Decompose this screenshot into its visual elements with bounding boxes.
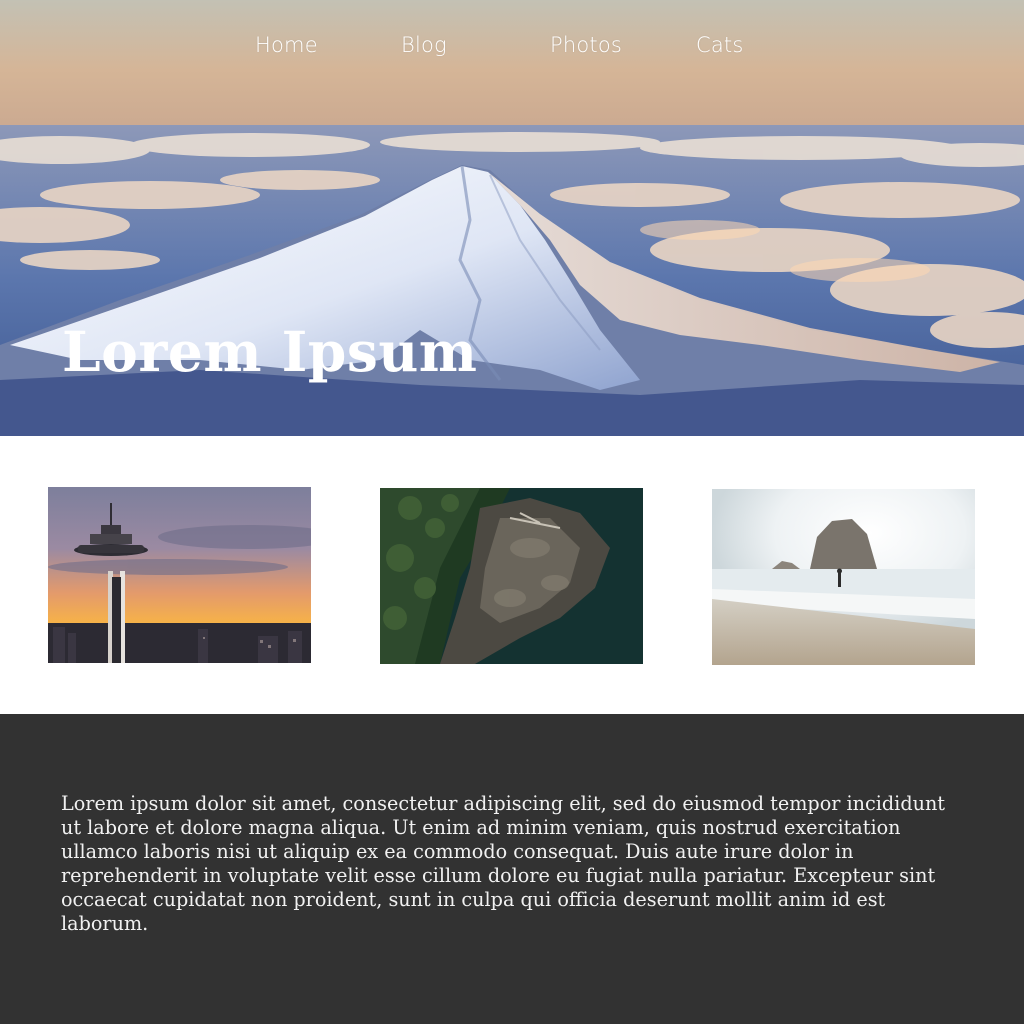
gallery-image-space-needle[interactable] — [48, 487, 311, 663]
footer: Lorem ipsum dolor sit amet, consectetur … — [0, 714, 1024, 1024]
footer-paragraph: Lorem ipsum dolor sit amet, consectetur … — [61, 792, 946, 935]
gallery-image-coastline[interactable] — [380, 488, 643, 664]
gallery-image-beach[interactable] — [712, 489, 975, 665]
top-nav: Home Blog Photos Cats — [0, 0, 1024, 95]
nav-link-home[interactable]: Home — [255, 33, 318, 57]
nav-link-cats[interactable]: Cats — [696, 33, 744, 57]
photo-gallery — [0, 436, 1024, 714]
hero-title: Lorem Ipsum — [62, 319, 478, 384]
nav-link-blog[interactable]: Blog — [401, 33, 447, 57]
nav-link-photos[interactable]: Photos — [550, 33, 622, 57]
hero-banner: Home Blog Photos Cats Lorem Ipsum — [0, 0, 1024, 436]
